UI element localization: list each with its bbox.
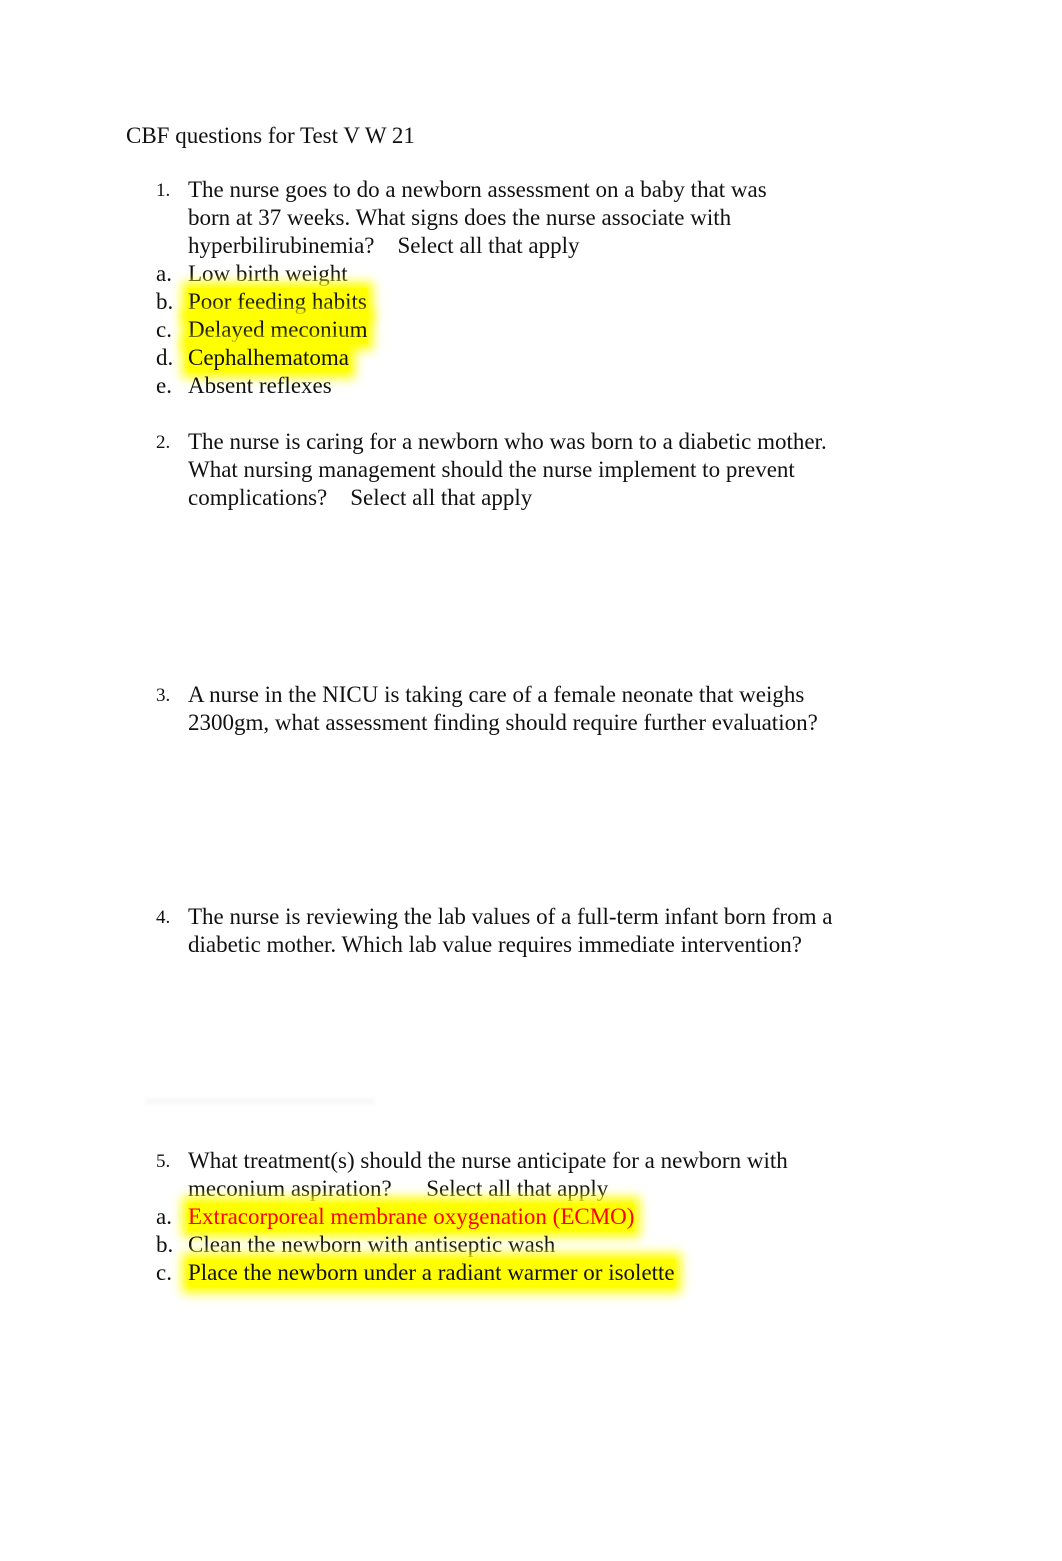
question-text-line: The nurse goes to do a newborn assessmen… [188, 177, 767, 202]
option-c: c. Place the newborn under a radiant warm… [126, 1259, 886, 1287]
question-text-line: diabetic mother. Which lab value require… [188, 932, 802, 957]
question-3: 3. A nurse in the NICU is taking care of … [126, 681, 886, 737]
question-1: 1. The nurse goes to do a newborn assessm… [126, 176, 886, 400]
option-letter: b. [156, 1232, 174, 1257]
option-a: a. Low birth weight [126, 260, 886, 288]
option-e: e. Absent reflexes [126, 372, 886, 400]
question-text-line: complications? Select all that apply [188, 485, 533, 510]
option-text-highlighted: Place the newborn under a radiant warmer… [188, 1259, 675, 1287]
question-text-line: What treatment(s) should the nurse antic… [188, 1148, 788, 1173]
option-text-highlighted-red: Extracorporeal membrane oxygenation (ECM… [188, 1203, 635, 1231]
option-text: Clean the newborn with antiseptic wash [188, 1232, 556, 1257]
question-text-line: meconium aspiration? Select all that app… [188, 1176, 609, 1201]
option-text-highlighted: Poor feeding habits [188, 288, 367, 316]
option-letter: c. [156, 317, 172, 342]
question-text-line: The nurse is reviewing the lab values of… [188, 904, 833, 929]
question-text-line: What nursing management should the nurse… [188, 457, 795, 482]
question-number: 3. [156, 685, 171, 706]
document-title: CBF questions for Test V W 21 [126, 123, 415, 148]
option-letter: e. [156, 373, 172, 398]
scan-smudge [145, 1099, 375, 1105]
option-a: a. Extracorporeal membrane oxygenation (E… [126, 1203, 886, 1231]
option-b: b. Clean the newborn with antiseptic wash [126, 1231, 886, 1259]
option-letter: c. [156, 1260, 172, 1285]
question-number: 2. [156, 432, 171, 453]
question-5: 5. What treatment(s) should the nurse ant… [126, 1147, 886, 1287]
option-letter: a. [156, 261, 172, 286]
option-letter: d. [156, 345, 174, 370]
question-number: 5. [156, 1151, 171, 1172]
option-text-highlighted: Cephalhematoma [188, 344, 349, 372]
question-text-line: hyperbilirubinemia? Select all that appl… [188, 233, 580, 258]
question-text-line: A nurse in the NICU is taking care of a … [188, 682, 805, 707]
option-text-highlighted: Delayed meconium [188, 316, 368, 344]
option-text: Absent reflexes [188, 373, 332, 398]
question-4: 4. The nurse is reviewing the lab values … [126, 903, 886, 959]
question-text-line: 2300gm, what assessment finding should r… [188, 710, 818, 735]
question-number: 4. [156, 907, 171, 928]
option-b: b. Poor feeding habits [126, 288, 886, 316]
question-text-line: The nurse is caring for a newborn who wa… [188, 429, 827, 454]
question-number: 1. [156, 180, 171, 201]
question-2: 2. The nurse is caring for a newborn who … [126, 428, 886, 512]
option-c: c. Delayed meconium [126, 316, 886, 344]
option-text: Low birth weight [188, 261, 348, 286]
option-d: d. Cephalhematoma [126, 344, 886, 372]
question-text-line: born at 37 weeks. What signs does the nu… [188, 205, 732, 230]
option-letter: b. [156, 289, 174, 314]
option-letter: a. [156, 1204, 172, 1229]
